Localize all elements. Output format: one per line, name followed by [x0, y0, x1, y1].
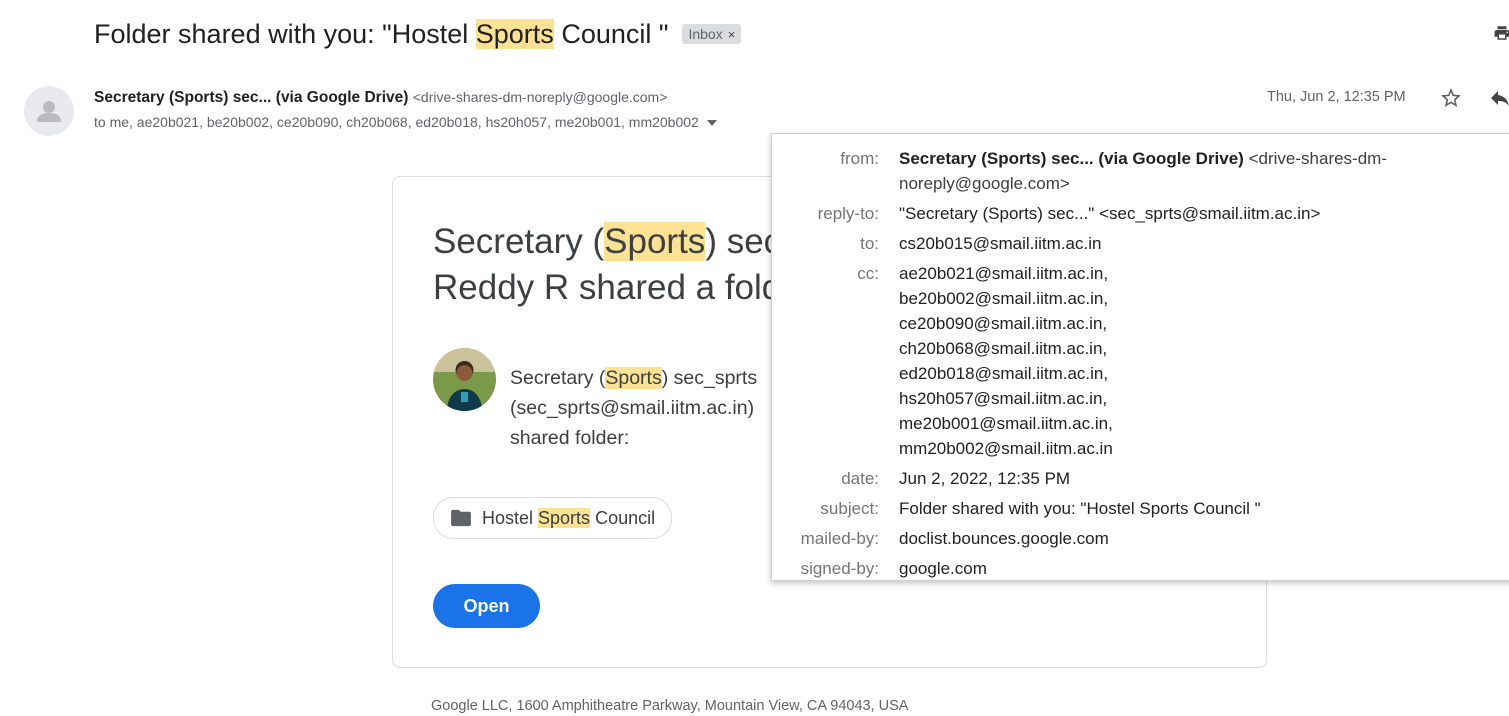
sharer-profile-photo: [433, 348, 496, 411]
share-line-1: Secretary (Sports) sec_sprts: [510, 363, 757, 393]
cc-address: me20b001@smail.iitm.ac.in,: [899, 414, 1113, 433]
subject-row: Folder shared with you: "Hostel Sports C…: [94, 14, 742, 54]
card-title-suffix: ) sec: [705, 222, 782, 261]
inbox-label-text: Inbox: [688, 26, 723, 42]
cc-address: ce20b090@smail.iitm.ac.in,: [899, 314, 1108, 333]
sender-email: <drive-shares-dm-noreply@google.com>: [412, 89, 668, 105]
cc-address: ch20b068@smail.iitm.ac.in,: [899, 339, 1108, 358]
details-from-email-1: <drive-shares-dm-: [1248, 149, 1387, 168]
cc-address: mm20b002@smail.iitm.ac.in: [899, 439, 1113, 458]
folder-name: Hostel Sports Council: [482, 507, 656, 529]
sender-line: Secretary (Sports) sec... (via Google Dr…: [94, 89, 667, 107]
share-description: Secretary (Sports) sec_sprts (sec_sprts@…: [510, 363, 757, 453]
folder-name-highlight: Sports: [538, 507, 591, 528]
details-mailedby-label: mailed-by:: [800, 529, 879, 548]
details-replyto-row: reply-to: "Secretary (Sports) sec..." <s…: [772, 201, 1321, 226]
subject-prefix: Folder shared with you: "Hostel: [94, 18, 476, 49]
share-highlight: Sports: [605, 367, 662, 389]
open-button[interactable]: Open: [433, 584, 540, 628]
sender-avatar: [24, 86, 74, 136]
details-date-row: date: Jun 2, 2022, 12:35 PM: [772, 466, 1070, 491]
share-line-3: shared folder:: [510, 427, 630, 449]
remove-label-button[interactable]: ×: [728, 27, 736, 42]
details-from-row: from: Secretary (Sports) sec... (via Goo…: [772, 146, 1387, 196]
cc-address: ae20b021@smail.iitm.ac.in,: [899, 264, 1109, 283]
star-icon[interactable]: [1439, 86, 1463, 110]
details-mailedby-row: mailed-by: doclist.bounces.google.com: [772, 526, 1109, 551]
reply-icon[interactable]: [1488, 86, 1509, 110]
share-line-2: (sec_sprts@smail.iitm.ac.in): [510, 397, 755, 419]
card-title-line-1: Secretary (Sports) sec: [433, 219, 781, 265]
recipients-summary: to me, ae20b021, be20b002, ce20b090, ch2…: [94, 114, 699, 130]
share-line-prefix: Secretary (: [510, 367, 606, 389]
details-to-value: cs20b015@smail.iitm.ac.in: [899, 234, 1102, 253]
person-icon: [37, 101, 61, 122]
details-signedby-row: signed-by: google.com: [772, 556, 987, 581]
recipients-line: to me, ae20b021, be20b002, ce20b090, ch2…: [94, 114, 717, 130]
details-replyto-label: reply-to:: [817, 204, 879, 223]
details-replyto-value: "Secretary (Sports) sec..." <sec_sprts@s…: [899, 204, 1321, 223]
details-signedby-label: signed-by:: [800, 559, 879, 578]
cc-address: be20b002@smail.iitm.ac.in,: [899, 289, 1109, 308]
subject-highlight: Sports: [475, 18, 554, 49]
card-title-line-2: Reddy R shared a fold: [433, 268, 782, 307]
details-subject-row: subject: Folder shared with you: "Hostel…: [772, 496, 1261, 521]
print-icon[interactable]: [1493, 22, 1509, 44]
details-cc-list: ae20b021@smail.iitm.ac.in, be20b002@smai…: [899, 261, 1113, 461]
details-from-email-2: noreply@google.com>: [899, 174, 1070, 193]
details-signedby-value: google.com: [899, 559, 987, 578]
details-from-label: from:: [840, 149, 879, 168]
details-to-row: to: cs20b015@smail.iitm.ac.in: [772, 231, 1101, 256]
details-from-name[interactable]: Secretary (Sports) sec... (via Google Dr…: [899, 149, 1244, 168]
sender-name[interactable]: Secretary (Sports) sec... (via Google Dr…: [94, 89, 408, 106]
details-to-label: to:: [860, 234, 879, 253]
cc-address: ed20b018@smail.iitm.ac.in,: [899, 364, 1109, 383]
share-line-suffix: ) sec_sprts: [661, 367, 758, 389]
details-cc-label: cc:: [857, 264, 879, 283]
subject-suffix: Council ": [553, 18, 669, 49]
message-details-popup: from: Secretary (Sports) sec... (via Goo…: [771, 133, 1509, 581]
details-from-value: Secretary (Sports) sec... (via Google Dr…: [899, 146, 1387, 196]
card-title-prefix: Secretary (: [433, 222, 605, 261]
card-title-highlight: Sports: [604, 222, 706, 261]
details-mailedby-value: doclist.bounces.google.com: [899, 529, 1109, 548]
details-date-value: Jun 2, 2022, 12:35 PM: [899, 469, 1071, 488]
details-subject-label: subject:: [820, 499, 879, 518]
chevron-down-icon[interactable]: [706, 120, 717, 127]
folder-name-prefix: Hostel: [482, 507, 539, 528]
details-cc-row: cc: ae20b021@smail.iitm.ac.in, be20b002@…: [772, 261, 1113, 461]
folder-name-suffix: Council: [590, 507, 656, 528]
email-date: Thu, Jun 2, 12:35 PM: [1267, 89, 1406, 105]
cc-address: hs20h057@smail.iitm.ac.in,: [899, 389, 1108, 408]
details-date-label: date:: [841, 469, 879, 488]
inbox-label-chip[interactable]: Inbox ×: [682, 24, 742, 44]
details-subject-value: Folder shared with you: "Hostel Sports C…: [899, 499, 1261, 518]
email-subject: Folder shared with you: "Hostel Sports C…: [94, 18, 669, 50]
folder-icon: [451, 509, 471, 527]
footer-address: Google LLC, 1600 Amphitheatre Parkway, M…: [431, 698, 909, 714]
shared-folder-chip[interactable]: Hostel Sports Council: [433, 497, 673, 539]
card-title: Secretary (Sports) sec Reddy R shared a …: [433, 219, 781, 311]
profile-photo-image: [433, 348, 496, 411]
